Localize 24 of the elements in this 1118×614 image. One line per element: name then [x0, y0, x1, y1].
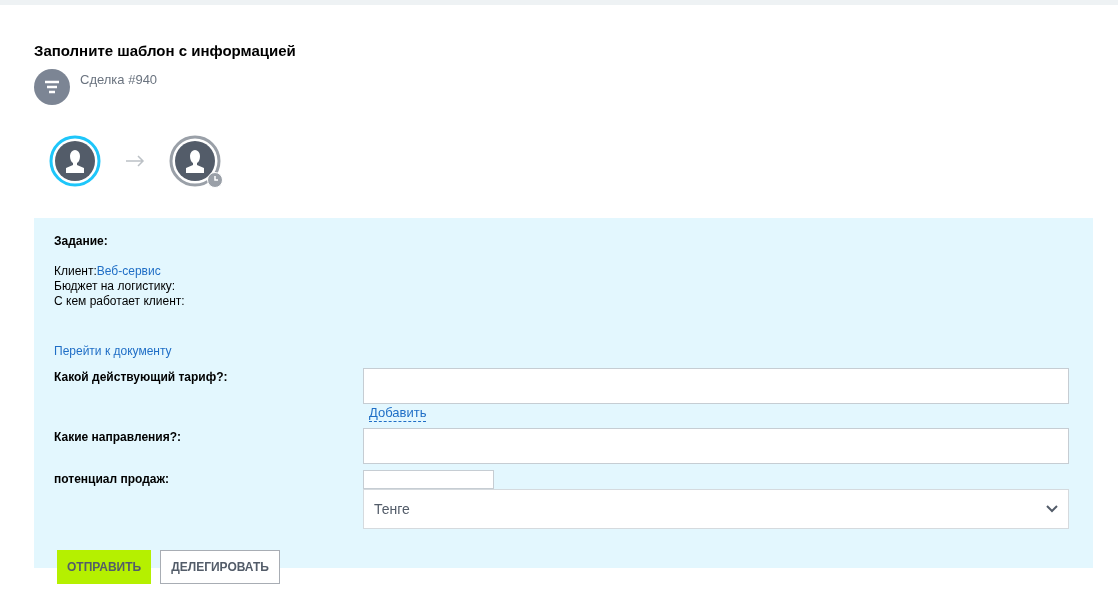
filter-icon [34, 69, 70, 105]
input-field[interactable] [363, 368, 1069, 404]
task-line: Бюджет на логистику: [54, 279, 176, 293]
field-label: потенциал продаж: [54, 471, 170, 488]
submit-button[interactable]: ОТПРАВИТЬ [57, 550, 152, 584]
page-title: Заполните шаблон с информацией [34, 42, 297, 59]
client-link[interactable]: Веб-сервис [96, 264, 161, 278]
deal-label: Сделка #940 [80, 72, 158, 87]
clock-icon [207, 172, 223, 188]
field-label: Какой действующий тариф?: [54, 369, 229, 386]
arrow-icon [125, 155, 145, 167]
add-link[interactable]: Добавить [369, 405, 427, 422]
currency-select[interactable]: Тенге [363, 489, 1069, 529]
task-line: С кем работает клиент: [54, 294, 185, 308]
task-line: Клиент: [54, 264, 97, 278]
delegate-button[interactable]: ДЕЛЕГИРОВАТЬ [160, 550, 280, 584]
chevron-icon [1046, 505, 1058, 513]
amount-field[interactable] [363, 470, 494, 489]
avatar-icon [49, 135, 101, 187]
input-field[interactable] [363, 428, 1069, 464]
avatar-icon [169, 135, 221, 187]
field-label: Какие направления?: [54, 429, 183, 446]
task-heading: Задание: [54, 234, 109, 248]
document-link[interactable]: Перейти к документу [54, 344, 172, 358]
